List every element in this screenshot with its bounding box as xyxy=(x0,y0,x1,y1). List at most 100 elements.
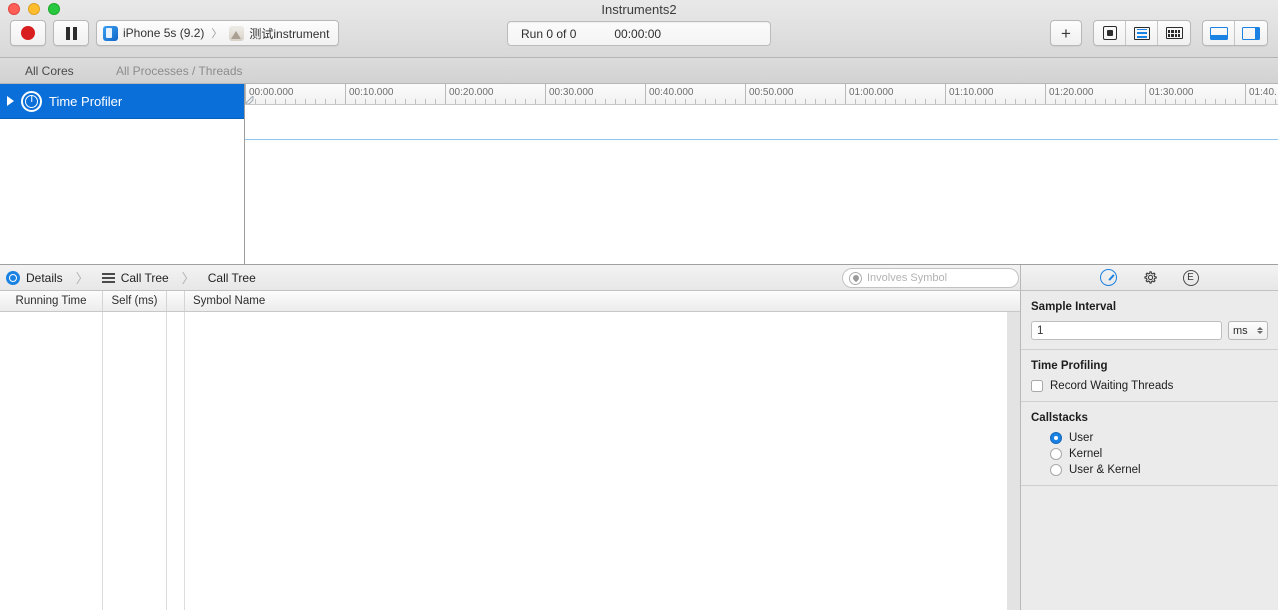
add-instrument-button[interactable]: + xyxy=(1051,21,1081,45)
cpu-view-button[interactable] xyxy=(1094,21,1126,45)
callstacks-option-user[interactable]: User xyxy=(1050,432,1268,444)
keyboard-grid-icon xyxy=(1165,27,1183,39)
track-area: Time Profiler 00:00.000 00:10.000 00:20.00… xyxy=(0,84,1278,264)
instrument-row-time-profiler[interactable]: Time Profiler xyxy=(0,84,244,119)
device-name-label: iPhone 5s (9.2) xyxy=(123,26,205,40)
ruler-minor-tick xyxy=(1015,99,1016,104)
column-header-symbol-name[interactable]: Symbol Name xyxy=(185,291,1020,311)
sample-interval-title: Sample Interval xyxy=(1031,301,1117,313)
run-status-bar[interactable]: Run 0 of 0 00:00:00 xyxy=(507,21,771,46)
toggle-bottom-panel-button[interactable] xyxy=(1203,21,1235,45)
record-icon xyxy=(21,26,35,40)
instrument-label: Time Profiler xyxy=(49,93,123,109)
ruler-minor-tick xyxy=(295,99,296,104)
add-instrument-group: + xyxy=(1050,20,1082,46)
ruler-minor-tick xyxy=(1135,99,1136,104)
column-header-running-time[interactable]: Running Time xyxy=(0,291,103,311)
ruler-minor-tick xyxy=(1005,99,1006,104)
run-count-label: Run 0 of 0 xyxy=(521,26,577,41)
breadcrumb-call-tree-1[interactable]: Call Tree xyxy=(121,271,169,285)
ruler-tick-label: 01:00.000 xyxy=(849,87,894,98)
table-header-row: Running Time Self (ms) Symbol Name xyxy=(0,291,1020,312)
ruler-minor-tick xyxy=(895,99,896,104)
ruler-minor-tick xyxy=(965,99,966,104)
ruler-minor-tick xyxy=(525,99,526,104)
list-lines-icon xyxy=(1133,26,1150,40)
disclosure-triangle-icon[interactable] xyxy=(7,96,14,106)
extended-detail-icon: E xyxy=(1182,269,1199,286)
callstacks-option-kernel[interactable]: Kernel xyxy=(1050,448,1268,460)
detail-navigation-bar: Details 〉 Call Tree 〉 Call Tree Involves… xyxy=(0,264,1278,291)
ruler-minor-tick xyxy=(505,99,506,104)
radio-kernel[interactable] xyxy=(1050,448,1062,460)
ruler-minor-tick xyxy=(975,99,976,104)
sample-interval-unit-select[interactable]: ms xyxy=(1228,321,1268,340)
ruler-minor-tick xyxy=(775,99,776,104)
ruler-minor-tick xyxy=(435,99,436,104)
ruler-major-tick: 01:30.000 xyxy=(1145,84,1194,104)
callstacks-option-user-kernel[interactable]: User & Kernel xyxy=(1050,464,1268,476)
ruler-minor-tick xyxy=(425,99,426,104)
ruler-minor-tick xyxy=(1165,99,1166,104)
gauge-icon xyxy=(1100,269,1117,286)
ruler-major-tick: 00:10.000 xyxy=(345,84,394,104)
instruments-window: Instruments2 iPhone 5s (9.2) 〉 测试instrum… xyxy=(0,0,1278,610)
track-lane-time-profiler[interactable] xyxy=(245,105,1278,140)
sample-interval-section: Sample Interval 1 ms xyxy=(1021,291,1278,350)
timeline-ruler[interactable]: 00:00.000 00:10.000 00:20.000 00:30.000 00:4… xyxy=(245,84,1278,105)
record-waiting-threads-checkbox[interactable] xyxy=(1031,380,1043,392)
bottom-panel-icon xyxy=(1209,26,1228,40)
extended-detail-tab[interactable]: E xyxy=(1181,268,1201,288)
search-input[interactable]: Involves Symbol xyxy=(842,268,1019,288)
table-body[interactable] xyxy=(0,312,1020,610)
inspector-tab-bar: E xyxy=(1020,265,1278,290)
ruler-minor-tick xyxy=(565,99,566,104)
console-view-button[interactable] xyxy=(1158,21,1190,45)
ruler-minor-tick xyxy=(825,99,826,104)
ruler-minor-tick xyxy=(1075,99,1076,104)
column-divider-3 xyxy=(184,312,185,610)
title-bar: Instruments2 iPhone 5s (9.2) 〉 测试instrum… xyxy=(0,0,1278,58)
sample-interval-input[interactable]: 1 xyxy=(1031,321,1222,340)
ruler-minor-tick xyxy=(365,99,366,104)
ruler-minor-tick xyxy=(785,99,786,104)
radio-user[interactable] xyxy=(1050,432,1062,444)
record-button[interactable] xyxy=(10,20,46,46)
breadcrumb-call-tree-2[interactable]: Call Tree xyxy=(208,271,256,285)
process-strategy-label[interactable]: All Processes / Threads xyxy=(116,64,243,78)
pause-button[interactable] xyxy=(53,20,89,46)
cpu-strategy-label[interactable]: All Cores xyxy=(25,64,74,78)
ruler-minor-tick xyxy=(585,99,586,104)
ruler-minor-tick xyxy=(985,99,986,104)
ruler-minor-tick xyxy=(1065,99,1066,104)
ruler-minor-tick xyxy=(605,99,606,104)
ruler-tick-label: 00:10.000 xyxy=(349,87,394,98)
breadcrumb-details[interactable]: Details xyxy=(26,271,63,285)
time-profiler-icon xyxy=(21,90,42,112)
ruler-minor-tick xyxy=(535,99,536,104)
toolbar-left-group: iPhone 5s (9.2) 〉 测试instrument xyxy=(10,20,340,46)
target-name-label: 测试instrument xyxy=(249,26,330,41)
ruler-minor-tick xyxy=(1055,99,1056,104)
time-profiling-title: Time Profiling xyxy=(1031,360,1108,372)
ruler-tick-label: 00:40.000 xyxy=(649,87,694,98)
record-waiting-threads-row[interactable]: Record Waiting Threads xyxy=(1031,380,1268,392)
record-settings-tab[interactable] xyxy=(1099,268,1119,288)
display-settings-tab[interactable] xyxy=(1140,268,1160,288)
toggle-right-panel-button[interactable] xyxy=(1235,21,1267,45)
ruler-minor-tick xyxy=(255,99,256,104)
callstacks-section: Callstacks User Kernel User & Kernel xyxy=(1021,402,1278,486)
ruler-minor-tick xyxy=(385,99,386,104)
chevron-right-icon: 〉 xyxy=(211,28,223,40)
target-selector[interactable]: iPhone 5s (9.2) 〉 测试instrument xyxy=(96,20,340,46)
stepper-icon xyxy=(1257,327,1263,334)
plus-icon: + xyxy=(1061,23,1071,43)
ruler-minor-tick xyxy=(625,99,626,104)
strategy-view-button[interactable] xyxy=(1126,21,1158,45)
ruler-major-tick: 00:00.000 xyxy=(245,84,294,104)
ruler-minor-tick xyxy=(925,99,926,104)
radio-user-kernel[interactable] xyxy=(1050,464,1062,476)
ruler-major-tick: 01:20.000 xyxy=(1045,84,1094,104)
table-rows-container xyxy=(0,312,1007,610)
column-header-self-ms[interactable]: Self (ms) xyxy=(103,291,167,311)
